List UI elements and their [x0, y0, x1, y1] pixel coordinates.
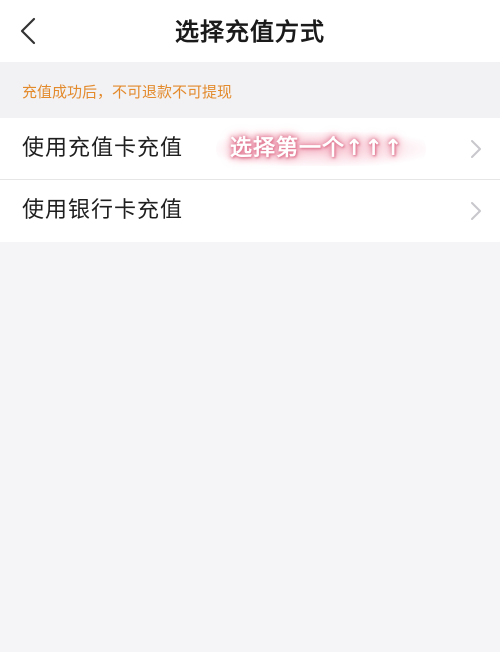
page-title: 选择充值方式: [175, 18, 325, 46]
chevron-right-icon: [471, 140, 481, 158]
empty-content-area: [0, 242, 500, 652]
notice-bar: 充值成功后，不可退款不可提现: [0, 62, 500, 118]
annotation-highlight: [216, 132, 426, 166]
option-label: 使用充值卡充值: [22, 136, 184, 161]
recharge-options-list: 使用充值卡充值 选择第一个↑↑↑ 使用银行卡充值: [0, 118, 500, 242]
notice-text: 充值成功后，不可退款不可提现: [22, 83, 233, 101]
screen: 选择充值方式 充值成功后，不可退款不可提现 使用充值卡充值 选择第一个↑↑↑ 使…: [0, 0, 500, 652]
option-label: 使用银行卡充值: [22, 198, 184, 223]
navigation-bar: 选择充值方式: [0, 0, 500, 62]
option-bank-card[interactable]: 使用银行卡充值: [0, 180, 500, 242]
option-recharge-card[interactable]: 使用充值卡充值 选择第一个↑↑↑: [0, 118, 500, 180]
chevron-right-icon: [471, 202, 481, 220]
annotation-text: 选择第一个↑↑↑: [230, 136, 404, 161]
